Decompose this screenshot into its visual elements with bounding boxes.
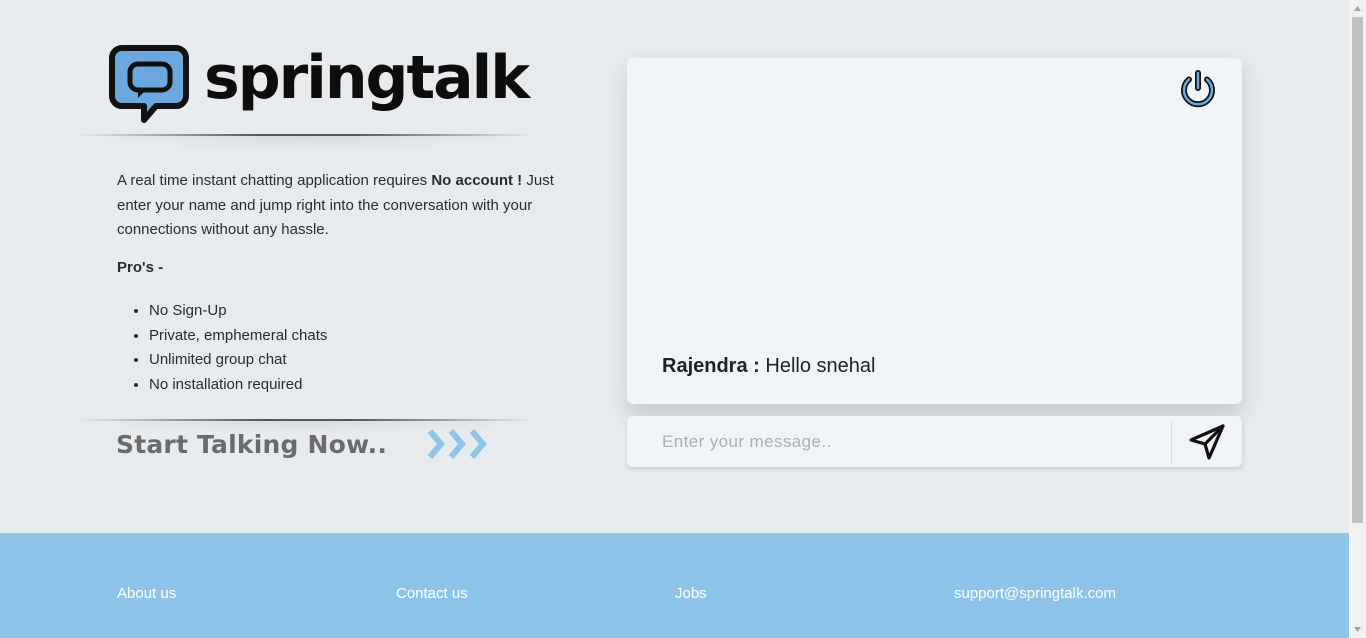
triple-chevron-right-icon[interactable] xyxy=(426,428,492,460)
list-item: No installation required xyxy=(149,373,327,398)
pros-list: No Sign-Up Private, emphemeral chats Unl… xyxy=(149,299,327,398)
chat-bubble-logo-icon xyxy=(109,45,189,123)
intro-paragraph: A real time instant chatting application… xyxy=(117,169,577,243)
message-sender: Rajendra : xyxy=(662,355,760,377)
list-item: No Sign-Up xyxy=(149,299,327,324)
list-item: Private, emphemeral chats xyxy=(149,324,327,349)
footer-link-jobs[interactable]: Jobs xyxy=(675,585,707,602)
footer: About us Contact us Jobs support@springt… xyxy=(0,533,1349,638)
scrollbar[interactable] xyxy=(1349,0,1366,638)
send-icon xyxy=(1189,423,1225,460)
footer-link-contact[interactable]: Contact us xyxy=(396,585,468,602)
scrollbar-thumb[interactable] xyxy=(1352,17,1363,523)
message-text: Hello snehal xyxy=(765,355,876,377)
message-input[interactable] xyxy=(627,416,1171,467)
pros-title: Pro's - xyxy=(117,259,164,276)
chat-window: Rajendra : Hello snehal xyxy=(627,58,1242,404)
chat-message: Rajendra : Hello snehal xyxy=(662,355,875,378)
start-talking-link[interactable]: Start Talking Now.. xyxy=(116,430,387,459)
top-divider-shadow xyxy=(80,136,532,150)
page: springtalk A real time instant chatting … xyxy=(0,0,1366,638)
scroll-down-arrow-icon[interactable] xyxy=(1353,625,1362,634)
brand-logo[interactable]: springtalk xyxy=(108,43,530,124)
power-icon[interactable] xyxy=(1178,70,1218,110)
footer-link-about[interactable]: About us xyxy=(117,585,176,602)
intro-bold: No account ! xyxy=(431,172,523,189)
message-composer xyxy=(627,416,1242,467)
brand-name: springtalk xyxy=(204,43,530,113)
send-button[interactable] xyxy=(1172,416,1242,467)
footer-link-support-email[interactable]: support@springtalk.com xyxy=(954,585,1116,602)
list-item: Unlimited group chat xyxy=(149,348,327,373)
intro-text-before: A real time instant chatting application… xyxy=(117,172,432,189)
scroll-up-arrow-icon[interactable] xyxy=(1353,4,1362,13)
